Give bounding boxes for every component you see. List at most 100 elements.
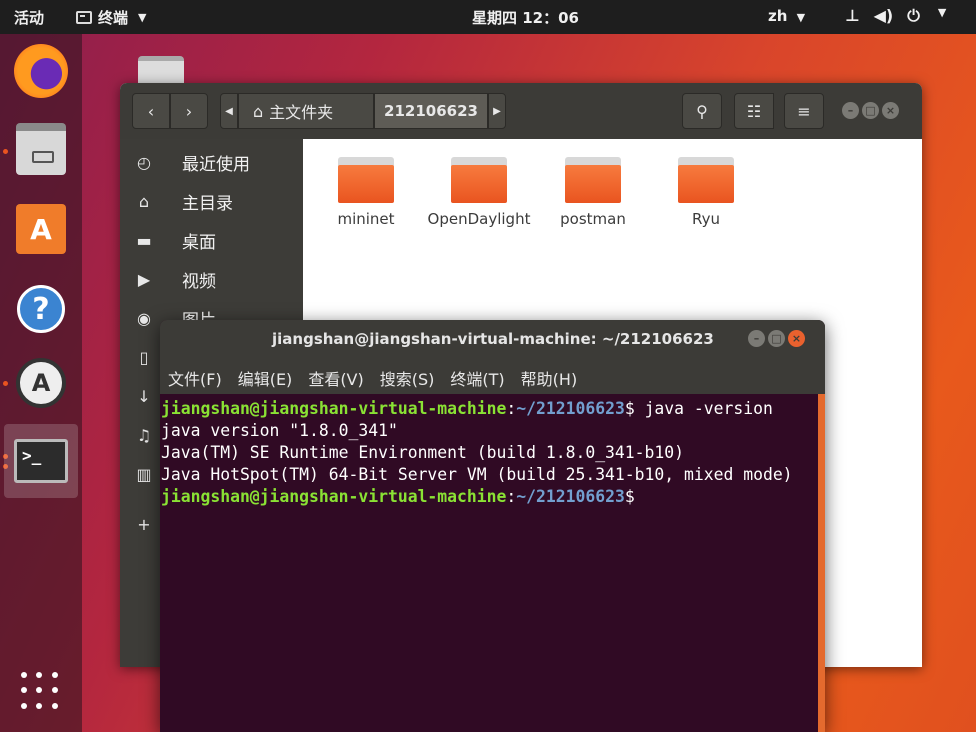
dock-updater[interactable]: A [10, 352, 72, 414]
sidebar-item-videos[interactable]: ▶ 视频 [120, 260, 303, 299]
maximize-button[interactable]: □ [862, 102, 879, 119]
volume-icon[interactable]: ◀) [874, 6, 894, 26]
menu-view[interactable]: 查看(V) [308, 366, 363, 394]
close-button[interactable]: × [788, 330, 805, 347]
sidebar-item-label: 桌面 [182, 233, 216, 253]
home-icon: ⌂ [138, 192, 150, 211]
dock-firefox[interactable] [10, 40, 72, 102]
back-button[interactable]: ‹ [132, 93, 170, 129]
system-tray[interactable]: ⊥ ◀) ⏻ ▼ [845, 6, 946, 26]
chevron-left-icon: ‹ [147, 101, 155, 121]
list-view-icon: ☷ [746, 101, 762, 121]
menu-button[interactable]: ≡ [784, 93, 824, 129]
dock-terminal[interactable]: >_ [4, 424, 78, 498]
path-scroll-left[interactable]: ◀ [220, 93, 238, 129]
folder-item[interactable]: OpenDaylight [424, 157, 534, 229]
software-icon: A [16, 204, 66, 254]
menu-file[interactable]: 文件(F) [168, 366, 222, 394]
minimize-button[interactable]: – [842, 102, 859, 119]
video-icon: ▶ [137, 270, 151, 289]
terminal-icon: >_ [14, 439, 68, 483]
triangle-right-icon: ▶ [493, 105, 501, 117]
clock-icon: ◴ [137, 153, 151, 172]
help-icon: ? [17, 285, 65, 333]
sidebar-item-label: 最近使用 [182, 155, 250, 175]
terminal-output[interactable]: jiangshan@jiangshan-virtual-machine:~/21… [160, 394, 818, 732]
minimize-button[interactable]: – [748, 330, 765, 347]
sidebar-item-recent[interactable]: ◴ 最近使用 [120, 143, 303, 182]
prompt-line: jiangshan@jiangshan-virtual-machine:~/21… [161, 487, 635, 506]
chevron-down-icon: ▼ [796, 11, 806, 24]
output-line: Java HotSpot(TM) 64-Bit Server VM (build… [161, 465, 793, 484]
app-menu[interactable]: 终端 ▼ [76, 7, 146, 28]
running-indicator [3, 381, 8, 386]
clock[interactable]: 星期四 12：06 [472, 7, 579, 28]
dock-files[interactable] [10, 118, 72, 180]
window-controls: – □ × [842, 102, 899, 119]
chevron-down-icon: ▼ [138, 11, 147, 24]
sidebar-item-home[interactable]: ⌂ 主目录 [120, 182, 303, 221]
maximize-button[interactable]: □ [768, 330, 785, 347]
running-indicator [3, 149, 8, 154]
network-icon[interactable]: ⊥ [845, 6, 860, 26]
folder-icon [565, 157, 621, 203]
triangle-left-icon: ◀ [225, 105, 233, 117]
terminal-scrollbar[interactable] [818, 394, 825, 732]
path-scroll-right[interactable]: ▶ [488, 93, 506, 129]
folder-item[interactable]: postman [538, 157, 648, 229]
updater-icon: A [16, 358, 66, 408]
show-applications-icon[interactable] [21, 672, 61, 712]
file-manager-header: ‹ › ◀ ⌂ 主文件夹 212106623 ▶ ⚲ ☷ ≡ – □ × [120, 83, 922, 139]
folder-item[interactable]: Ryu [651, 157, 761, 229]
folder-icon [451, 157, 507, 203]
path-home-button[interactable]: ⌂ 主文件夹 [238, 93, 374, 129]
close-button[interactable]: × [882, 102, 899, 119]
command-line: jiangshan@jiangshan-virtual-machine:~/21… [161, 399, 773, 418]
folder-label: mininet [337, 210, 395, 228]
folder-label: postman [560, 210, 626, 228]
search-button[interactable]: ⚲ [682, 93, 722, 129]
path-current-button[interactable]: 212106623 [374, 93, 488, 129]
prompt-user: jiangshan@jiangshan-virtual-machine [161, 487, 507, 506]
search-icon: ⚲ [696, 101, 708, 121]
files-icon [16, 123, 66, 175]
command-text: $ java -version [624, 399, 773, 418]
input-method-label: zh [768, 7, 788, 25]
menu-search[interactable]: 搜索(S) [380, 366, 435, 394]
folder-icon [678, 157, 734, 203]
power-icon[interactable]: ⏻ [907, 6, 920, 26]
menu-help[interactable]: 帮助(H) [521, 366, 578, 394]
firefox-icon [14, 44, 68, 98]
forward-button[interactable]: › [170, 93, 208, 129]
sidebar-item-label: 主目录 [182, 194, 233, 214]
chevron-right-icon: › [185, 101, 193, 121]
view-options-button[interactable]: ☷ [734, 93, 774, 129]
path-home-label: 主文件夹 [269, 103, 334, 122]
terminal-small-icon [76, 11, 92, 24]
home-icon: ⌂ [253, 101, 264, 121]
dock-software[interactable]: A [10, 198, 72, 260]
input-method-menu[interactable]: zh ▼ [768, 7, 805, 25]
chevron-down-icon: ▼ [937, 6, 947, 19]
top-bar: 活动 终端 ▼ 星期四 12：06 zh ▼ ⊥ ◀) ⏻ ▼ [0, 0, 976, 34]
menu-terminal[interactable]: 终端(T) [450, 366, 504, 394]
sidebar-item-desktop[interactable]: ▬ 桌面 [120, 221, 303, 260]
terminal-menubar: 文件(F) 编辑(E) 查看(V) 搜索(S) 终端(T) 帮助(H) [160, 358, 825, 394]
menu-edit[interactable]: 编辑(E) [238, 366, 293, 394]
dock: A ? A >_ [0, 34, 82, 732]
output-line: Java(TM) SE Runtime Environment (build 1… [161, 443, 685, 462]
window-controls: – □ × [748, 330, 805, 347]
terminal-titlebar[interactable]: jiangshan@jiangshan-virtual-machine: ~/2… [160, 320, 825, 358]
folder-item[interactable]: mininet [311, 157, 421, 229]
folder-icon [338, 157, 394, 203]
desktop-trash-icon[interactable] [138, 56, 184, 86]
folder-label: OpenDaylight [427, 210, 531, 228]
prompt-path: ~/212106623 [516, 399, 625, 418]
prompt-symbol: $ [624, 487, 635, 506]
prompt-user: jiangshan@jiangshan-virtual-machine [161, 399, 507, 418]
output-line: java version "1.8.0_341" [161, 421, 398, 440]
terminal-title: jiangshan@jiangshan-virtual-machine: ~/2… [272, 330, 714, 348]
activities-button[interactable]: 活动 [14, 7, 44, 28]
dock-help[interactable]: ? [10, 278, 72, 340]
prompt-path: ~/212106623 [516, 487, 625, 506]
